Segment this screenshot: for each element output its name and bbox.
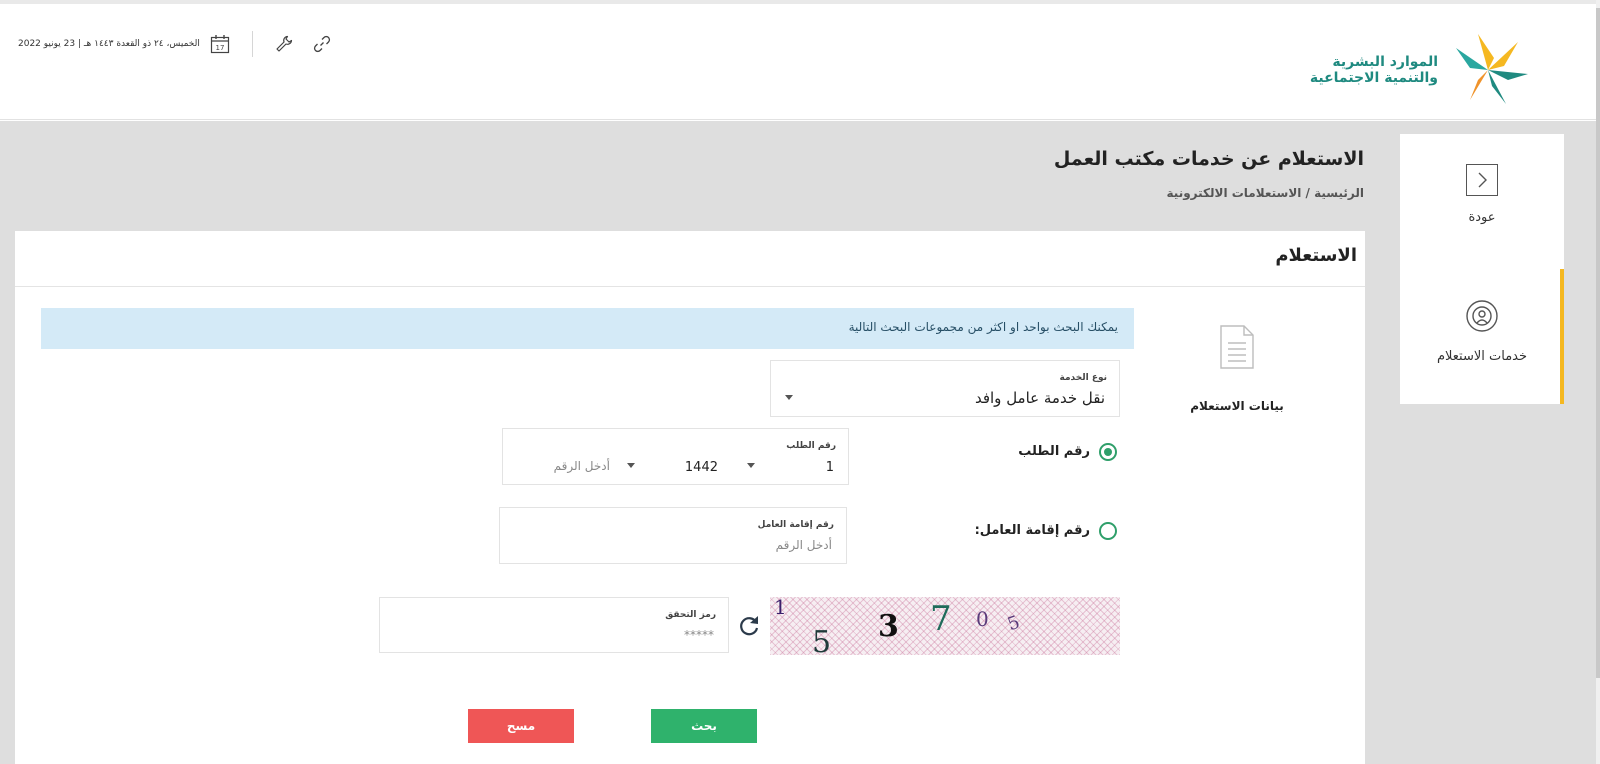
sidebar: عودة خدمات الاستعلام: [1400, 134, 1564, 404]
request-year-select[interactable]: 1442: [685, 460, 718, 475]
request-number-group: رقم الطلب 1 1442 أدخل الرقم: [502, 428, 849, 485]
sidebar-item-back[interactable]: عودة: [1400, 164, 1564, 269]
captcha-field[interactable]: رمز التحقق *****: [379, 597, 729, 653]
sidebar-item-inquiry-services[interactable]: خدمات الاستعلام: [1400, 299, 1564, 404]
sidebar-item-label: خدمات الاستعلام: [1436, 349, 1528, 364]
refresh-icon[interactable]: [736, 613, 762, 639]
logo-star-icon: [1448, 34, 1528, 104]
card-divider: [15, 286, 1365, 287]
request-number-radio[interactable]: [1099, 443, 1117, 461]
captcha-label: رمز التحقق: [665, 610, 716, 620]
calendar-day: 17: [215, 44, 224, 52]
sidebar-item-label: عودة: [1468, 210, 1496, 225]
request-prefix-value[interactable]: 1: [826, 460, 834, 475]
chevron-down-icon: [785, 395, 793, 400]
captcha-glyph: 1: [774, 597, 787, 619]
iqama-number-label: رقم إقامة العامل: [757, 520, 834, 530]
request-number-input[interactable]: أدخل الرقم: [554, 459, 610, 473]
iqama-number-radio[interactable]: [1099, 522, 1117, 540]
captcha-glyph: 5: [812, 625, 832, 655]
captcha-glyph: 7: [930, 599, 952, 639]
breadcrumb[interactable]: الرئيسية / الاستعلامات الالكترونية: [1167, 186, 1364, 200]
captcha-input[interactable]: *****: [684, 628, 714, 642]
scrollbar-thumb[interactable]: [1596, 8, 1600, 678]
inquiry-services-icon: [1466, 300, 1498, 332]
header-divider: [251, 31, 253, 57]
inquiry-card: الاستعلام بيانات الاستعلام يمكنك البحث ب…: [15, 231, 1365, 764]
chevron-down-icon[interactable]: [747, 463, 755, 468]
service-type-label: نوع الخدمة: [1059, 373, 1107, 383]
wrench-icon[interactable]: [275, 35, 293, 53]
page-title: الاستعلام عن خدمات مكتب العمل: [1053, 148, 1364, 170]
captcha-glyph: 5: [1004, 611, 1023, 636]
logo-wordmark: الموارد البشرية والتنمية الاجتماعية: [1309, 54, 1438, 86]
chevron-right-icon: [1466, 164, 1498, 196]
ministry-logo[interactable]: الموارد البشرية والتنمية الاجتماعية: [1308, 34, 1528, 106]
section-label: بيانات الاستعلام: [1190, 399, 1284, 413]
iqama-number-option-label[interactable]: رقم إقامة العامل:: [975, 523, 1090, 538]
service-type-value: نقل خدمة عامل وافد: [974, 389, 1105, 407]
site-header: الموارد البشرية والتنمية الاجتماعية الخم…: [0, 4, 1596, 120]
chevron-down-icon[interactable]: [627, 463, 635, 468]
current-date: الخميس، ٢٤ ذو القعدة ١٤٤٣ هـ | 23 يونيو …: [18, 39, 200, 49]
page-scrollbar[interactable]: [1596, 0, 1600, 764]
info-alert: يمكنك البحث بواحد او اكثر من مجموعات الب…: [41, 308, 1134, 349]
card-title: الاستعلام: [1275, 245, 1357, 266]
iqama-number-field[interactable]: رقم إقامة العامل أدخل الرقم: [499, 507, 847, 564]
iqama-number-input[interactable]: أدخل الرقم: [776, 538, 832, 552]
info-text: يمكنك البحث بواحد او اكثر من مجموعات الب…: [848, 320, 1118, 334]
active-indicator: [1560, 269, 1564, 404]
document-icon: [1220, 325, 1254, 369]
captcha-image: 1 5 3 7 0 5: [770, 597, 1120, 655]
captcha-glyph: 0: [976, 607, 989, 631]
header-tools: الخميس، ٢٤ ذو القعدة ١٤٤٣ هـ | 23 يونيو …: [18, 30, 331, 58]
service-type-select[interactable]: نوع الخدمة نقل خدمة عامل وافد: [770, 360, 1120, 417]
calendar-icon[interactable]: 17: [210, 34, 230, 54]
link-icon[interactable]: [313, 35, 331, 53]
clear-button[interactable]: مسح: [468, 709, 574, 743]
search-button[interactable]: بحث: [651, 709, 757, 743]
request-number-option-label[interactable]: رقم الطلب: [1018, 444, 1090, 459]
captcha-glyph: 3: [878, 609, 899, 644]
request-number-label: رقم الطلب: [786, 441, 836, 451]
